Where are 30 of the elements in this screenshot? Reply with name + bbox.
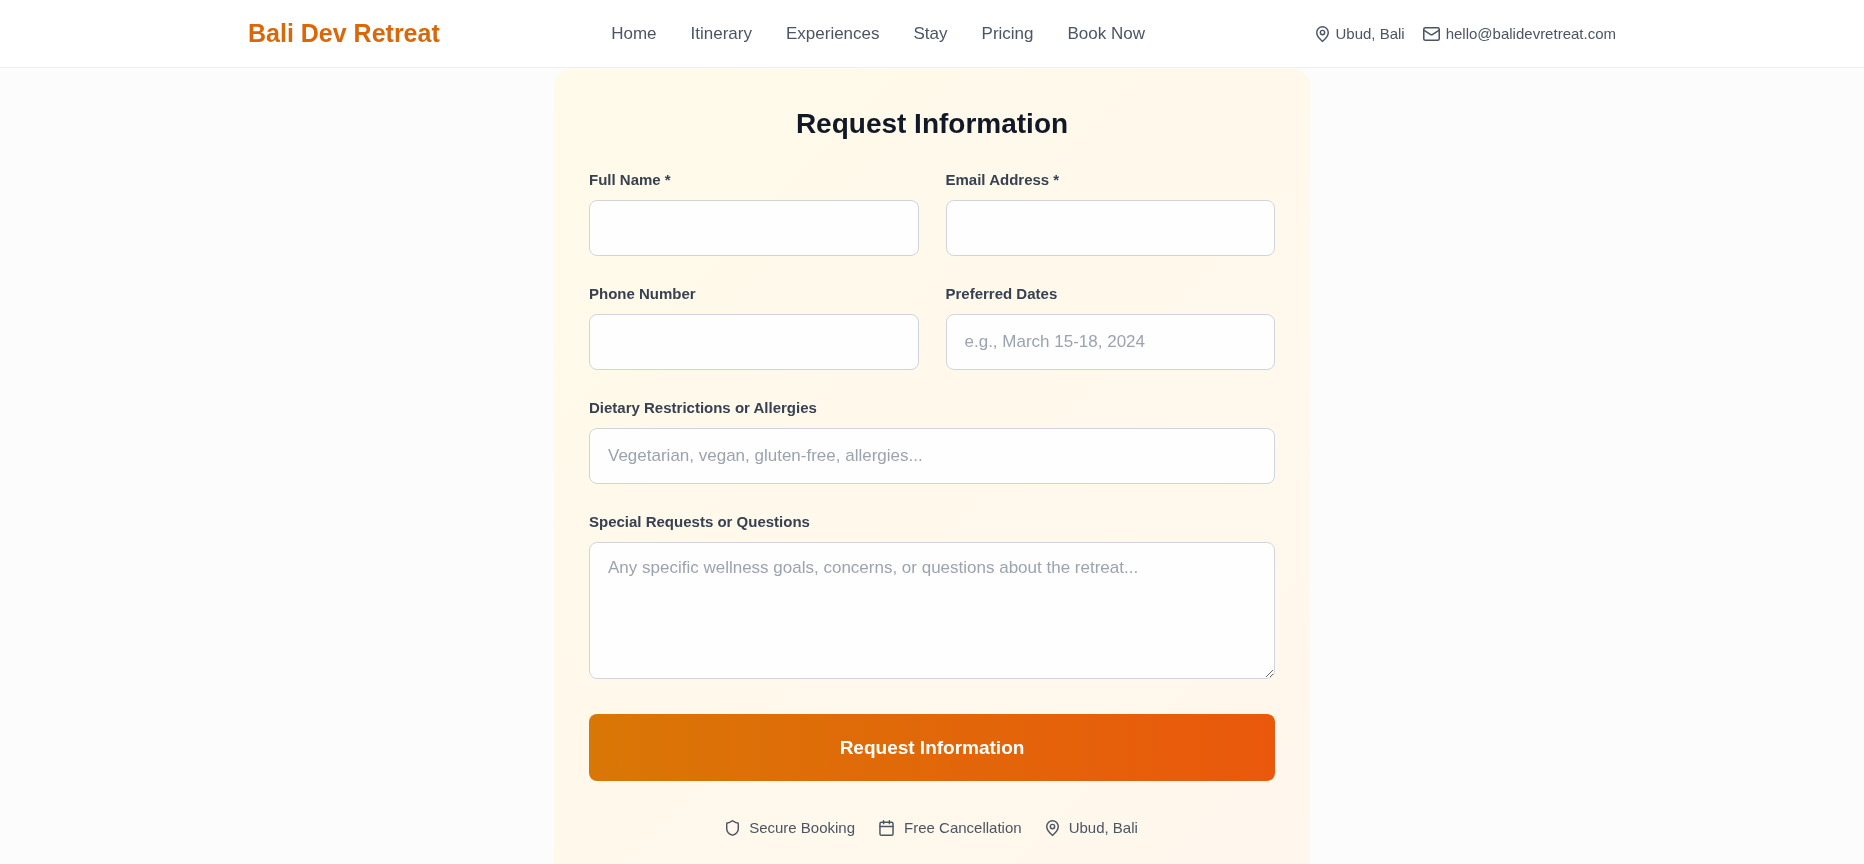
field-label: Dietary Restrictions or Allergies: [589, 398, 818, 418]
nav-link[interactable]: Pricing: [981, 23, 1034, 44]
mail-icon: [1422, 26, 1440, 41]
trust-badge-text: Secure Booking: [749, 818, 856, 838]
nav-link[interactable]: Stay: [913, 23, 948, 44]
trust-badge-text: Free Cancellation: [904, 818, 1022, 838]
nav-link[interactable]: Experiences: [785, 23, 880, 44]
input-field[interactable]: [589, 200, 919, 256]
field-label: Email Address *: [945, 170, 1061, 190]
shield-icon: [726, 820, 740, 836]
field-label: Special Requests or Questions: [589, 512, 811, 532]
calendar-icon: [879, 820, 895, 836]
nav-link[interactable]: Home: [611, 23, 657, 44]
input-field[interactable]: Vegetarian, vegan, gluten-free, allergies...: [589, 428, 1275, 484]
map-pin-icon: [1045, 820, 1059, 836]
nav-link[interactable]: Itinerary: [690, 23, 752, 44]
input-field[interactable]: [589, 314, 919, 370]
input-field[interactable]: [945, 200, 1275, 256]
field-label: Full Name *: [589, 170, 672, 190]
email-link[interactable]: hello@balidevretreat.com: [1445, 25, 1616, 42]
map-pin-icon: [1316, 25, 1330, 42]
location-text: Ubud, Bali: [1335, 25, 1405, 42]
trust-badge-text: Ubud, Bali: [1068, 818, 1138, 838]
form-title: Request Information: [794, 107, 1070, 141]
textarea-field[interactable]: Any specific wellness goals, concerns, or questions about the retreat...: [589, 542, 1275, 679]
nav-link[interactable]: Book Now: [1067, 23, 1145, 44]
field-label: Preferred Dates: [945, 284, 1059, 304]
site-logo[interactable]: Bali Dev Retreat: [248, 19, 440, 48]
field-label: Phone Number: [589, 284, 697, 304]
input-field[interactable]: e.g., March 15-18, 2024: [945, 314, 1275, 370]
